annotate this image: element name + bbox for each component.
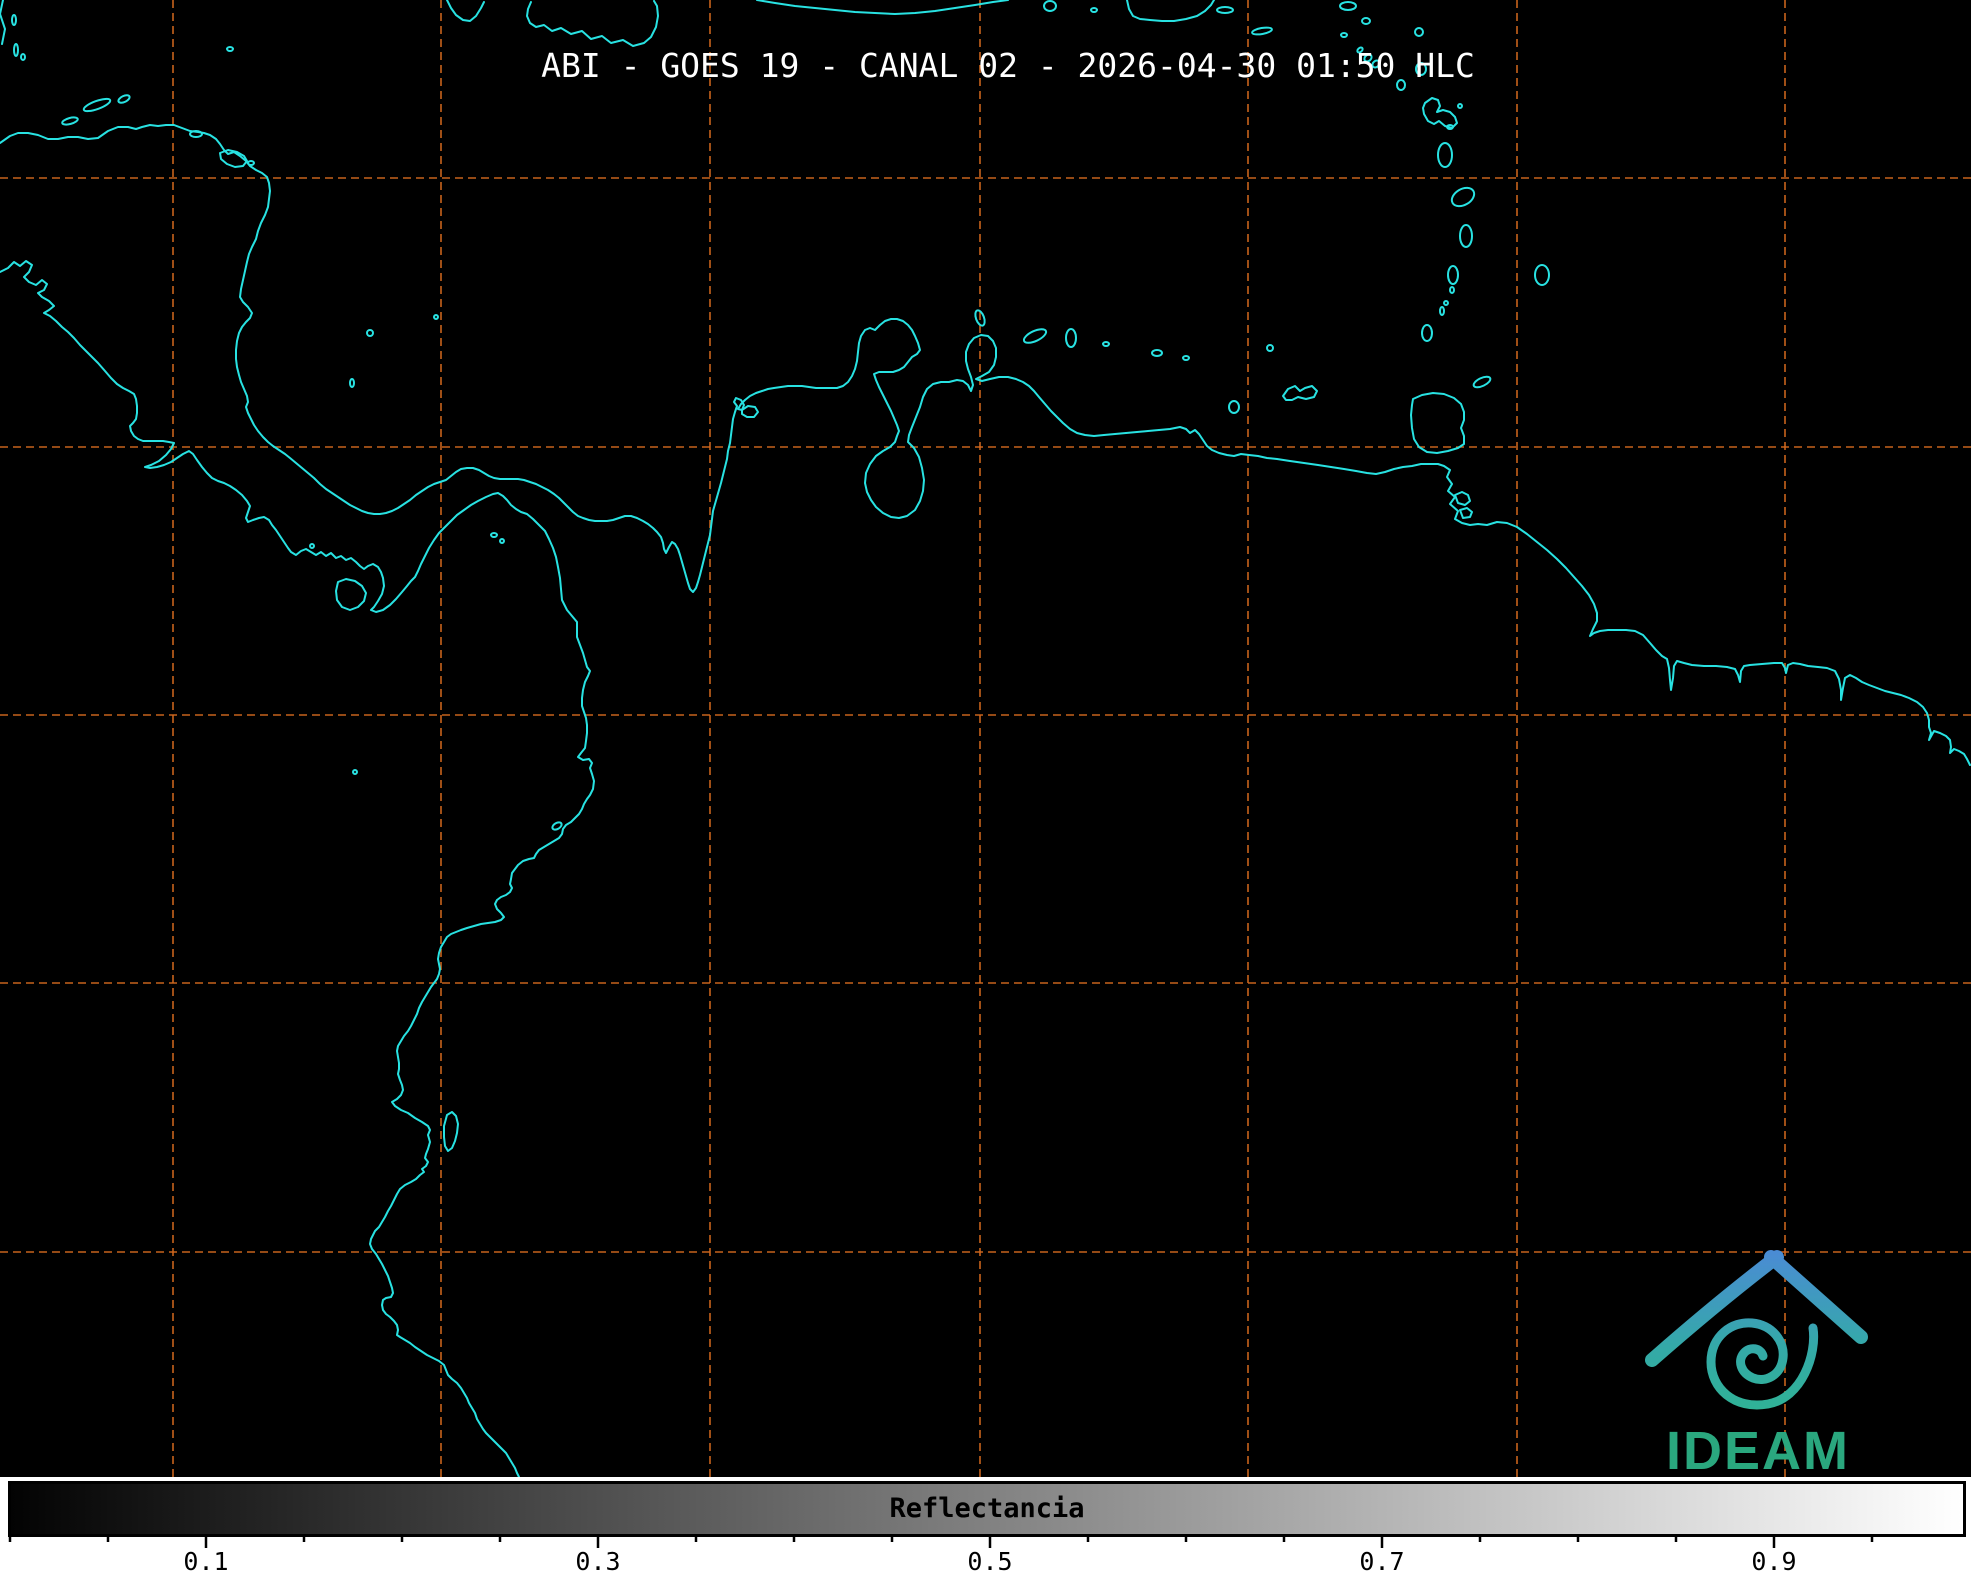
colorbar-label: Reflectancia bbox=[889, 1493, 1084, 1524]
logo-spiral-icon bbox=[1711, 1323, 1814, 1405]
island-outline bbox=[14, 44, 18, 56]
island-outline bbox=[1267, 345, 1273, 351]
island-outline bbox=[353, 770, 357, 774]
island-outline bbox=[21, 54, 25, 60]
island-outline bbox=[61, 116, 78, 126]
coastline-path bbox=[444, 1112, 458, 1151]
island-outline bbox=[551, 821, 563, 831]
colorbar-tick-label: 0.1 bbox=[183, 1547, 228, 1576]
island-outline bbox=[1535, 265, 1549, 285]
island-outline bbox=[1438, 143, 1452, 167]
coastline-path bbox=[1423, 98, 1457, 128]
island-outline bbox=[1152, 350, 1162, 356]
island-outline bbox=[1422, 325, 1432, 341]
island-outline bbox=[227, 47, 233, 51]
island-outline bbox=[1340, 2, 1356, 10]
map-canvas: IDEAM bbox=[0, 0, 1971, 1477]
island-outline bbox=[1460, 225, 1472, 247]
island-outline bbox=[310, 544, 314, 548]
island-outline bbox=[1229, 401, 1239, 413]
island-outline bbox=[1362, 18, 1370, 24]
island-outline bbox=[1217, 7, 1233, 13]
coastline-path bbox=[0, 125, 1970, 765]
coastline-path bbox=[336, 579, 366, 610]
island-outline bbox=[350, 379, 354, 387]
island-outline bbox=[1448, 266, 1458, 284]
island-outline bbox=[367, 330, 373, 336]
coastline-path bbox=[742, 406, 758, 417]
coastline-path bbox=[1283, 386, 1317, 400]
island-outline bbox=[1022, 326, 1048, 345]
coastline-path bbox=[757, 0, 1008, 14]
island-outline bbox=[491, 533, 497, 537]
island-outline bbox=[1444, 301, 1448, 305]
colorbar-axis: 0.1 0.3 0.5 0.7 0.9 bbox=[0, 1534, 1971, 1577]
logo-wordmark: IDEAM bbox=[1666, 1421, 1850, 1477]
island-outline bbox=[12, 15, 16, 25]
colorbar-section: Reflectancia 0.1 0.3 0.5 0.7 0.9 bbox=[0, 1477, 1971, 1577]
image-title: ABI - GOES 19 - CANAL 02 - 2026-04-30 01… bbox=[541, 46, 1475, 85]
island-outline bbox=[1458, 104, 1462, 108]
island-outline bbox=[1440, 307, 1444, 315]
island-outline bbox=[1472, 375, 1492, 390]
colorbar-tick-label: 0.3 bbox=[575, 1547, 620, 1576]
island-outline bbox=[190, 131, 202, 137]
island-outline bbox=[1449, 184, 1478, 210]
latlon-grid bbox=[0, 0, 1971, 1477]
ideam-logo: IDEAM bbox=[1652, 1257, 1861, 1477]
island-outline bbox=[1103, 342, 1109, 346]
satellite-image-viewer: { "title": "ABI - GOES 19 - CANAL 02 - 2… bbox=[0, 0, 1971, 1577]
coastline-path bbox=[1127, 0, 1214, 21]
colorbar-tick-label: 0.7 bbox=[1359, 1547, 1404, 1576]
island-outline bbox=[82, 96, 111, 113]
island-outline bbox=[1415, 28, 1423, 36]
coastline-path bbox=[447, 0, 484, 21]
island-outline bbox=[1066, 329, 1076, 347]
island-outline bbox=[434, 315, 438, 319]
colorbar-gradient: Reflectancia bbox=[8, 1481, 1966, 1537]
island-outline bbox=[1091, 8, 1097, 12]
colorbar-tick-label: 0.9 bbox=[1751, 1547, 1796, 1576]
island-outline bbox=[117, 94, 130, 105]
coastline-path bbox=[1455, 492, 1470, 505]
coastline-path bbox=[1460, 508, 1472, 518]
island-outline bbox=[248, 161, 254, 165]
island-outline bbox=[1450, 287, 1454, 293]
island-outline bbox=[1044, 1, 1056, 11]
coastline-path bbox=[0, 261, 594, 1477]
island-outline bbox=[1341, 33, 1347, 37]
coastline-path bbox=[527, 1, 658, 46]
satellite-map: IDEAM ABI - GOES 19 - CANAL 02 - 2026-04… bbox=[0, 0, 1971, 1477]
island-outline bbox=[1252, 26, 1273, 35]
coastlines bbox=[0, 0, 1970, 1477]
colorbar-tick-label: 0.5 bbox=[967, 1547, 1012, 1576]
island-outline bbox=[1183, 356, 1189, 360]
island-outline bbox=[500, 539, 504, 543]
coastline-path bbox=[0, 0, 5, 44]
coastline-path bbox=[1411, 393, 1464, 453]
